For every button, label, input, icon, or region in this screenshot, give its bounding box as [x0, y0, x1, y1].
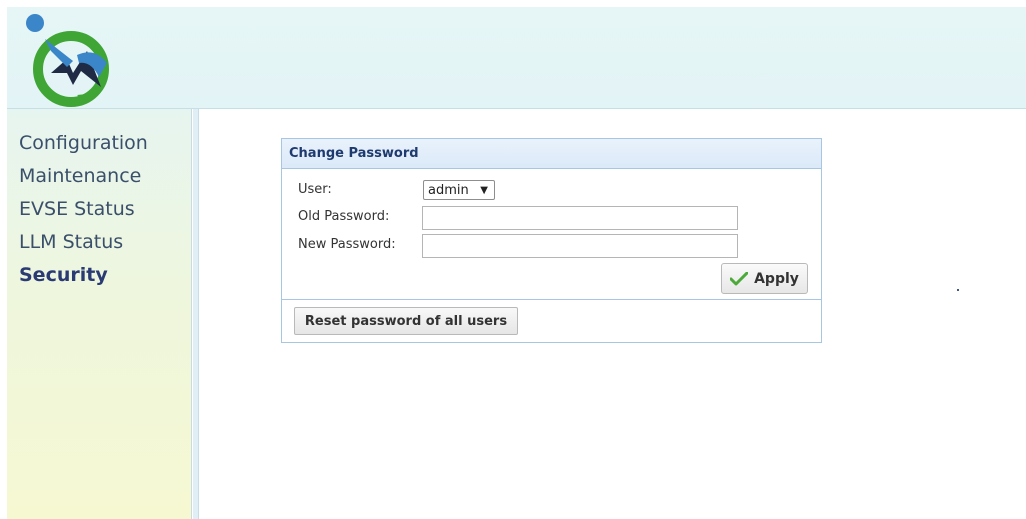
sidebar-item-security[interactable]: Security [19, 259, 148, 292]
decorative-dot [957, 289, 959, 291]
apply-label: Apply [754, 270, 799, 287]
dropdown-arrow-icon: ▼ [480, 185, 488, 196]
apply-button[interactable]: Apply [721, 263, 808, 294]
charging-logo-icon [26, 14, 109, 107]
panel-title: Change Password [282, 139, 821, 169]
sidebar-item-maintenance[interactable]: Maintenance [19, 160, 148, 193]
sidebar-divider [193, 109, 199, 519]
check-icon [730, 271, 749, 285]
sidebar-item-configuration[interactable]: Configuration [19, 127, 148, 160]
page: Configuration Maintenance EVSE Status LL… [0, 0, 1026, 519]
panel-separator [282, 299, 821, 300]
reset-all-passwords-button[interactable]: Reset password of all users [294, 307, 518, 335]
user-label: User: [298, 182, 332, 197]
sidebar-nav: Configuration Maintenance EVSE Status LL… [19, 127, 148, 292]
old-password-input[interactable] [422, 206, 738, 230]
old-password-label: Old Password: [298, 209, 390, 224]
sidebar-item-evse-status[interactable]: EVSE Status [19, 193, 148, 226]
new-password-input[interactable] [422, 234, 738, 258]
sidebar-item-llm-status[interactable]: LLM Status [19, 226, 148, 259]
user-select-value: admin [428, 183, 469, 198]
user-select[interactable]: admin ▼ [423, 180, 495, 200]
new-password-label: New Password: [298, 237, 396, 252]
header [7, 7, 1026, 109]
change-password-panel: Change Password User: admin ▼ Old Passwo… [281, 138, 822, 343]
